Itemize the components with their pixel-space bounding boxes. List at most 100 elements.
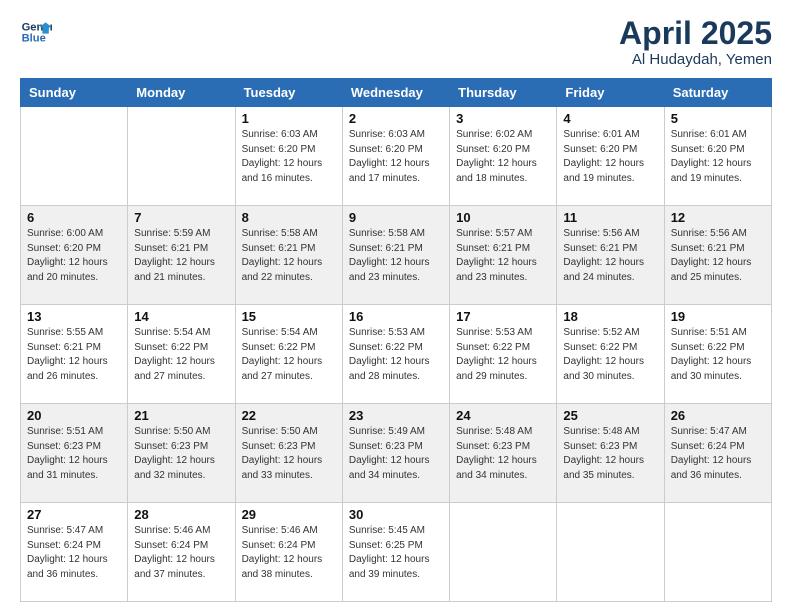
sunset-text: Sunset: 6:24 PM [242,539,336,554]
cell-info: Sunrise: 6:03 AMSunset: 6:20 PMDaylight:… [349,128,443,186]
daylight-text: Daylight: 12 hours and 23 minutes. [456,256,550,285]
col-thursday: Thursday [450,79,557,107]
daylight-text: Daylight: 12 hours and 32 minutes. [134,454,228,483]
day-number: 8 [242,210,336,225]
sunrise-text: Sunrise: 5:53 AM [456,326,550,341]
day-number: 2 [349,111,443,126]
daylight-text: Daylight: 12 hours and 25 minutes. [671,256,765,285]
day-number: 30 [349,507,443,522]
sunset-text: Sunset: 6:20 PM [456,143,550,158]
cell-info: Sunrise: 5:51 AMSunset: 6:23 PMDaylight:… [27,425,121,483]
sunrise-text: Sunrise: 5:55 AM [27,326,121,341]
sunset-text: Sunset: 6:23 PM [27,440,121,455]
sunrise-text: Sunrise: 5:49 AM [349,425,443,440]
sunset-text: Sunset: 6:24 PM [27,539,121,554]
sunset-text: Sunset: 6:21 PM [27,341,121,356]
calendar-cell [450,503,557,602]
cell-info: Sunrise: 5:50 AMSunset: 6:23 PMDaylight:… [134,425,228,483]
sunrise-text: Sunrise: 5:58 AM [349,227,443,242]
calendar-cell [557,503,664,602]
daylight-text: Daylight: 12 hours and 27 minutes. [134,355,228,384]
calendar-cell: 6Sunrise: 6:00 AMSunset: 6:20 PMDaylight… [21,206,128,305]
daylight-text: Daylight: 12 hours and 26 minutes. [27,355,121,384]
calendar-cell [21,107,128,206]
cell-info: Sunrise: 5:53 AMSunset: 6:22 PMDaylight:… [456,326,550,384]
sunset-text: Sunset: 6:23 PM [134,440,228,455]
day-number: 18 [563,309,657,324]
calendar-cell: 28Sunrise: 5:46 AMSunset: 6:24 PMDayligh… [128,503,235,602]
cell-info: Sunrise: 6:01 AMSunset: 6:20 PMDaylight:… [563,128,657,186]
sunset-text: Sunset: 6:21 PM [456,242,550,257]
sunrise-text: Sunrise: 5:50 AM [134,425,228,440]
cell-info: Sunrise: 5:52 AMSunset: 6:22 PMDaylight:… [563,326,657,384]
calendar-cell: 21Sunrise: 5:50 AMSunset: 6:23 PMDayligh… [128,404,235,503]
sunset-text: Sunset: 6:25 PM [349,539,443,554]
cell-info: Sunrise: 5:54 AMSunset: 6:22 PMDaylight:… [242,326,336,384]
col-monday: Monday [128,79,235,107]
sunrise-text: Sunrise: 5:48 AM [563,425,657,440]
calendar-cell: 29Sunrise: 5:46 AMSunset: 6:24 PMDayligh… [235,503,342,602]
sunrise-text: Sunrise: 5:45 AM [349,524,443,539]
sunset-text: Sunset: 6:22 PM [456,341,550,356]
daylight-text: Daylight: 12 hours and 19 minutes. [671,157,765,186]
sunset-text: Sunset: 6:20 PM [563,143,657,158]
calendar-row-3: 13Sunrise: 5:55 AMSunset: 6:21 PMDayligh… [21,305,772,404]
cell-info: Sunrise: 5:47 AMSunset: 6:24 PMDaylight:… [671,425,765,483]
day-number: 1 [242,111,336,126]
day-number: 20 [27,408,121,423]
header: General Blue April 2025 Al Hudaydah, Yem… [20,16,772,68]
calendar-cell [128,107,235,206]
sunset-text: Sunset: 6:21 PM [242,242,336,257]
cell-info: Sunrise: 5:46 AMSunset: 6:24 PMDaylight:… [134,524,228,582]
sunset-text: Sunset: 6:23 PM [563,440,657,455]
daylight-text: Daylight: 12 hours and 38 minutes. [242,553,336,582]
sunrise-text: Sunrise: 6:01 AM [563,128,657,143]
day-number: 15 [242,309,336,324]
sunrise-text: Sunrise: 5:54 AM [134,326,228,341]
day-number: 19 [671,309,765,324]
calendar-cell: 18 Sunrise: 5:52 AMSunset: 6:22 PMDayligh… [557,305,664,404]
daylight-text: Daylight: 12 hours and 34 minutes. [349,454,443,483]
daylight-text: Daylight: 12 hours and 27 minutes. [242,355,336,384]
sunset-text: Sunset: 6:21 PM [563,242,657,257]
cell-info: Sunrise: 5:50 AMSunset: 6:23 PMDaylight:… [242,425,336,483]
day-number: 24 [456,408,550,423]
sunrise-text: Sunrise: 5:46 AM [242,524,336,539]
calendar-title: April 2025 [619,16,772,51]
calendar-cell: 8Sunrise: 5:58 AMSunset: 6:21 PMDaylight… [235,206,342,305]
calendar-cell: 3Sunrise: 6:02 AMSunset: 6:20 PMDaylight… [450,107,557,206]
calendar-cell: 19Sunrise: 5:51 AMSunset: 6:22 PMDayligh… [664,305,771,404]
sunrise-text: Sunrise: 5:47 AM [27,524,121,539]
cell-info: Sunrise: 5:53 AMSunset: 6:22 PMDaylight:… [349,326,443,384]
daylight-text: Daylight: 12 hours and 28 minutes. [349,355,443,384]
sunset-text: Sunset: 6:21 PM [134,242,228,257]
sunset-text: Sunset: 6:20 PM [671,143,765,158]
sunrise-text: Sunrise: 5:47 AM [671,425,765,440]
daylight-text: Daylight: 12 hours and 24 minutes. [563,256,657,285]
sunset-text: Sunset: 6:20 PM [242,143,336,158]
cell-info: Sunrise: 5:58 AMSunset: 6:21 PMDaylight:… [349,227,443,285]
title-block: April 2025 Al Hudaydah, Yemen [619,16,772,68]
calendar-cell [664,503,771,602]
day-number: 26 [671,408,765,423]
sunset-text: Sunset: 6:20 PM [27,242,121,257]
daylight-text: Daylight: 12 hours and 37 minutes. [134,553,228,582]
daylight-text: Daylight: 12 hours and 29 minutes. [456,355,550,384]
cell-info: Sunrise: 5:46 AMSunset: 6:24 PMDaylight:… [242,524,336,582]
day-number: 7 [134,210,228,225]
sunset-text: Sunset: 6:23 PM [242,440,336,455]
daylight-text: Daylight: 12 hours and 33 minutes. [242,454,336,483]
day-number: 13 [27,309,121,324]
sunset-text: Sunset: 6:20 PM [349,143,443,158]
cell-info: Sunrise: 5:54 AMSunset: 6:22 PMDaylight:… [134,326,228,384]
weekday-header-row: Sunday Monday Tuesday Wednesday Thursday… [21,79,772,107]
calendar-cell: 15 Sunrise: 5:54 AMSunset: 6:22 PMDayligh… [235,305,342,404]
calendar-cell: 2 Sunrise: 6:03 AMSunset: 6:20 PMDaylight… [342,107,449,206]
sunrise-text: Sunrise: 6:00 AM [27,227,121,242]
calendar-cell: 14Sunrise: 5:54 AMSunset: 6:22 PMDayligh… [128,305,235,404]
sunrise-text: Sunrise: 5:48 AM [456,425,550,440]
cell-info: Sunrise: 5:55 AMSunset: 6:21 PMDaylight:… [27,326,121,384]
sunset-text: Sunset: 6:24 PM [671,440,765,455]
sunrise-text: Sunrise: 5:51 AM [27,425,121,440]
daylight-text: Daylight: 12 hours and 30 minutes. [671,355,765,384]
